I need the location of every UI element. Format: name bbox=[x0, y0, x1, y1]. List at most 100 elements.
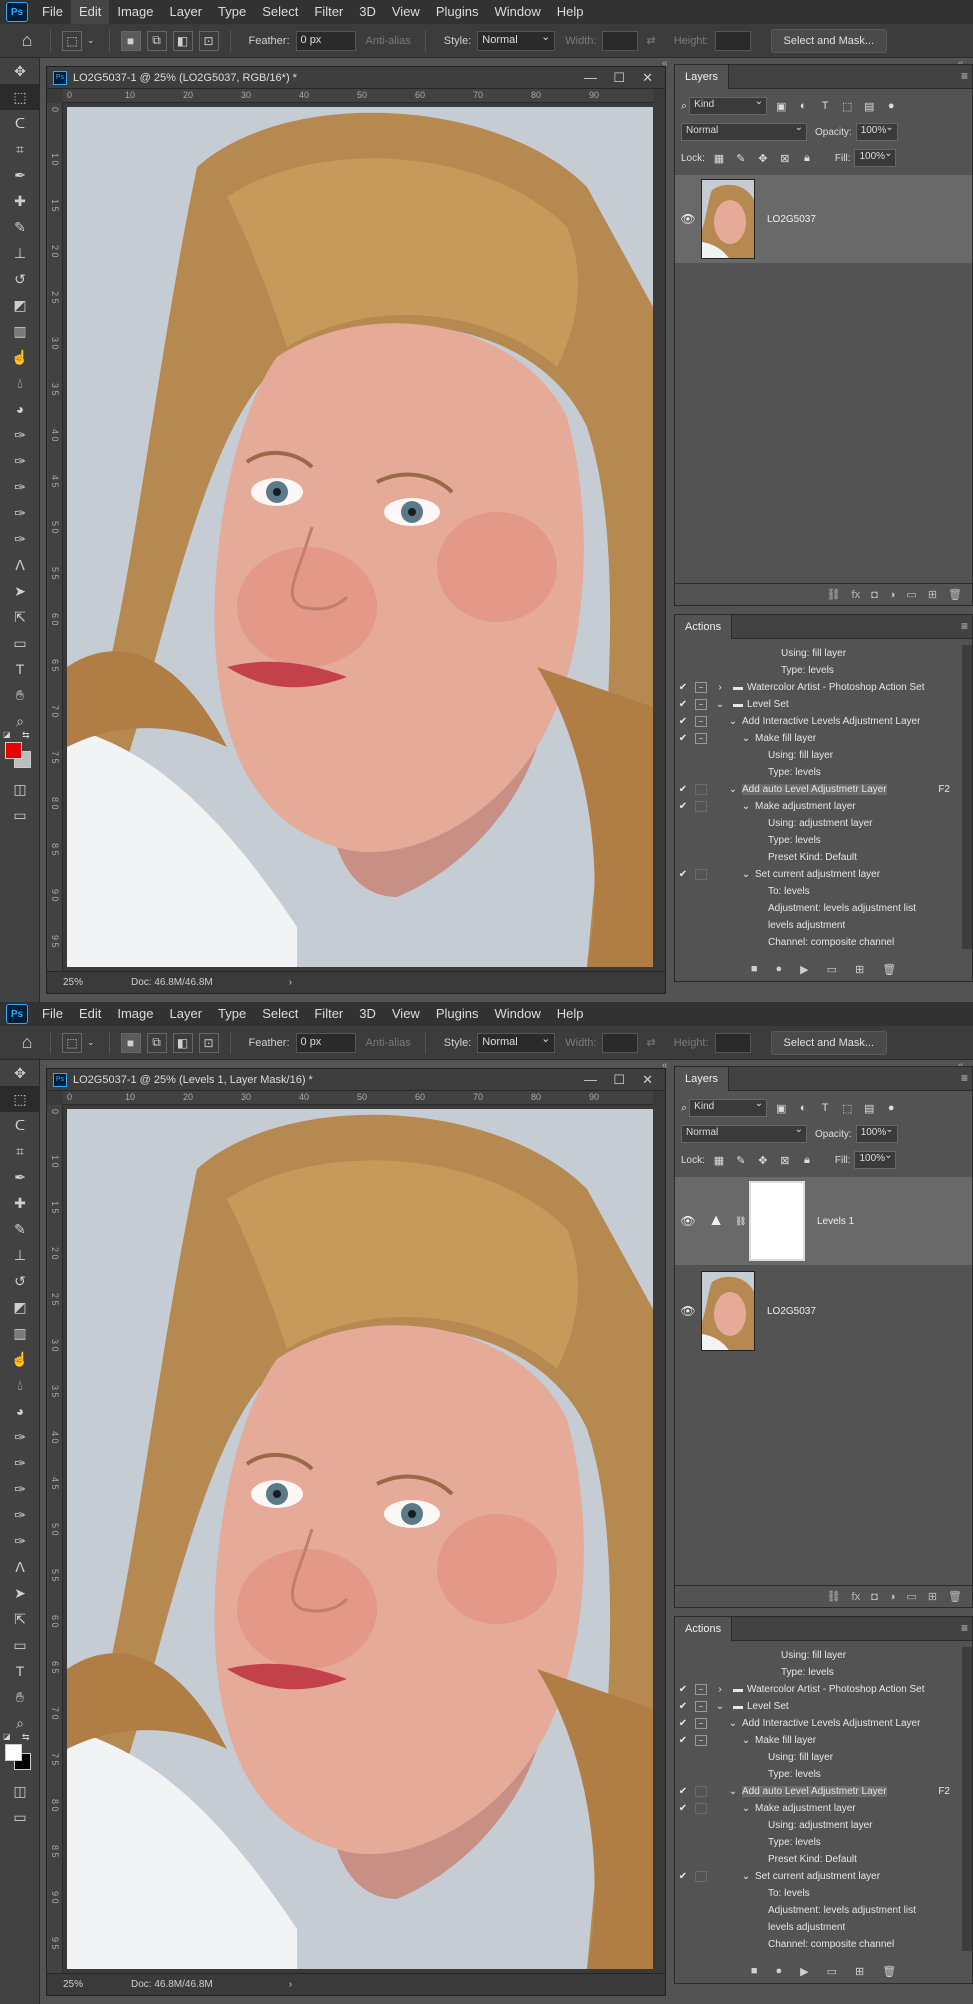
chevron-down-icon[interactable]: ⌄ bbox=[711, 1701, 729, 1712]
dialog-toggle-icon[interactable] bbox=[695, 869, 707, 880]
dialog-toggle-icon[interactable] bbox=[695, 1769, 707, 1780]
dialog-toggle-icon[interactable] bbox=[695, 801, 707, 812]
menu-3d[interactable]: 3D bbox=[351, 0, 384, 24]
menu-image[interactable]: Image bbox=[109, 0, 161, 24]
home-icon[interactable]: ⌂ bbox=[12, 1028, 42, 1058]
dialog-toggle-icon[interactable] bbox=[695, 767, 707, 778]
crop-tool-icon[interactable]: ⌗ bbox=[0, 136, 40, 162]
action-row[interactable]: Type: levels bbox=[675, 1766, 960, 1783]
marquee-tool-icon[interactable]: ⬚ bbox=[0, 84, 40, 110]
menu-image[interactable]: Image bbox=[109, 1002, 161, 1026]
blur-tool-icon[interactable]: 💧︎ bbox=[0, 1372, 40, 1398]
action-row[interactable]: levels adjustment bbox=[675, 1919, 960, 1936]
actions-scrollbar[interactable] bbox=[962, 645, 972, 949]
screen-mode-icon[interactable]: ▭ bbox=[0, 802, 40, 828]
menu-layer[interactable]: Layer bbox=[162, 1002, 211, 1026]
dialog-toggle-icon[interactable] bbox=[695, 1854, 707, 1865]
dialog-toggle-icon[interactable] bbox=[695, 1752, 707, 1763]
smudge-tool-icon[interactable]: ☝ bbox=[0, 344, 40, 370]
dialog-toggle-icon[interactable]: − bbox=[695, 733, 707, 744]
check-icon[interactable]: ✔ bbox=[675, 869, 691, 880]
check-icon[interactable]: ✔ bbox=[675, 1701, 691, 1712]
fill-input[interactable]: 100% bbox=[854, 148, 897, 167]
subtract-selection-icon[interactable]: ◧ bbox=[172, 30, 193, 51]
dialog-toggle-icon[interactable] bbox=[695, 1820, 707, 1831]
minimize-icon[interactable]: — bbox=[584, 70, 597, 85]
dialog-toggle-icon[interactable]: − bbox=[695, 1684, 707, 1695]
dialog-toggle-icon[interactable] bbox=[695, 784, 707, 795]
record-icon[interactable]: ● bbox=[775, 1965, 782, 1977]
new-action-icon[interactable]: ⊞ bbox=[855, 963, 864, 976]
visibility-eye-icon[interactable]: 👁︎ bbox=[675, 1304, 701, 1318]
hand-tool-icon[interactable]: ✋︎ bbox=[0, 682, 40, 708]
new-set-icon[interactable]: ▭ bbox=[827, 1965, 837, 1978]
chevron-down-icon[interactable]: ⌄ bbox=[737, 1871, 755, 1882]
menu-edit[interactable]: Edit bbox=[70, 0, 110, 24]
intersect-selection-icon[interactable]: ⊡ bbox=[198, 1032, 219, 1053]
lock-all-icon[interactable]: 🔒︎ bbox=[799, 150, 815, 166]
chevron-right-icon[interactable]: › bbox=[711, 1684, 729, 1695]
minimize-icon[interactable]: — bbox=[584, 1072, 597, 1087]
foreground-color-swatch[interactable] bbox=[5, 742, 22, 759]
menu-window[interactable]: Window bbox=[486, 0, 548, 24]
menu-select[interactable]: Select bbox=[254, 0, 306, 24]
image-canvas[interactable] bbox=[67, 107, 653, 967]
opacity-input[interactable]: 100% bbox=[855, 122, 898, 141]
adjustment-filter-icon[interactable]: ◐ bbox=[795, 98, 811, 114]
delete-action-icon[interactable]: 🗑︎ bbox=[882, 963, 896, 976]
menu-help[interactable]: Help bbox=[549, 1002, 592, 1026]
dialog-toggle-icon[interactable]: − bbox=[695, 1701, 707, 1712]
dodge-tool-icon[interactable]: ◕ bbox=[0, 396, 40, 422]
menu-view[interactable]: View bbox=[384, 1002, 428, 1026]
clone-stamp-tool-icon[interactable]: ⊥ bbox=[0, 1242, 40, 1268]
marquee-preset-icon[interactable]: ⬚ bbox=[62, 30, 82, 51]
eraser-tool-icon[interactable]: ◩ bbox=[0, 1294, 40, 1320]
lock-image-icon[interactable]: ✎ bbox=[733, 150, 749, 166]
menu-3d[interactable]: 3D bbox=[351, 1002, 384, 1026]
screen-mode-icon[interactable]: ▭ bbox=[0, 1804, 40, 1830]
chevron-down-icon[interactable]: ⌄ bbox=[87, 35, 95, 46]
document-tab[interactable]: Ps LO2G5037-1 @ 25% (LO2G5037, RGB/16*) … bbox=[47, 67, 665, 89]
swap-colors-icon[interactable]: ⇆ bbox=[22, 730, 30, 741]
check-icon[interactable]: ✔ bbox=[675, 699, 691, 710]
action-row[interactable]: ✔ − ⌄ ▬ Level Set bbox=[675, 696, 960, 713]
layer-thumbnail[interactable] bbox=[701, 179, 755, 259]
dialog-toggle-icon[interactable]: − bbox=[695, 1735, 707, 1746]
crop-tool-icon[interactable]: ⌗ bbox=[0, 1138, 40, 1164]
chevron-down-icon[interactable]: ⌄ bbox=[724, 1718, 742, 1729]
hand-tool-icon[interactable]: ✋︎ bbox=[0, 1684, 40, 1710]
brush-tool-icon[interactable]: ✎ bbox=[0, 1216, 40, 1242]
history-brush-tool-icon[interactable]: ↺ bbox=[0, 1268, 40, 1294]
style-select[interactable]: Normal bbox=[477, 30, 556, 51]
dialog-toggle-icon[interactable] bbox=[695, 937, 707, 948]
delete-layer-icon[interactable]: 🗑︎ bbox=[948, 1590, 962, 1603]
dialog-toggle-icon[interactable] bbox=[695, 818, 707, 829]
dialog-toggle-icon[interactable] bbox=[695, 1871, 707, 1882]
layer-name[interactable]: LO2G5037 bbox=[767, 214, 816, 225]
width-input[interactable] bbox=[602, 1032, 639, 1053]
dialog-toggle-icon[interactable] bbox=[695, 1888, 707, 1899]
lasso-tool-icon[interactable]: ᑕ bbox=[0, 110, 40, 136]
link-layers-icon[interactable]: ⛓ bbox=[827, 1590, 841, 1603]
action-row[interactable]: Type: levels bbox=[675, 764, 960, 781]
tab-actions[interactable]: Actions bbox=[675, 614, 733, 639]
chevron-down-icon[interactable]: ⌄ bbox=[724, 1786, 742, 1797]
type-filter-icon[interactable]: T bbox=[817, 1100, 833, 1116]
action-row[interactable]: To: levels bbox=[675, 1885, 960, 1902]
action-row[interactable]: Type: levels bbox=[675, 662, 960, 679]
new-adjustment-icon[interactable]: ◑ bbox=[889, 1591, 896, 1603]
tab-layers[interactable]: Layers bbox=[675, 1066, 730, 1091]
swap-colors-icon[interactable]: ⇆ bbox=[22, 1732, 30, 1743]
dodge-tool-icon[interactable]: ◕ bbox=[0, 1398, 40, 1424]
add-anchor-tool-icon[interactable]: ✑ bbox=[0, 1502, 40, 1528]
freeform-pen-tool-icon[interactable]: ✑ bbox=[0, 448, 40, 474]
chevron-down-icon[interactable]: ⌄ bbox=[737, 869, 755, 880]
intersect-selection-icon[interactable]: ⊡ bbox=[198, 30, 219, 51]
maximize-icon[interactable]: ☐ bbox=[613, 70, 625, 86]
dialog-toggle-icon[interactable] bbox=[695, 1837, 707, 1848]
action-row[interactable]: Using: fill layer bbox=[675, 645, 960, 662]
image-canvas[interactable] bbox=[67, 1109, 653, 1969]
action-row[interactable]: Channel: composite channel bbox=[675, 934, 960, 949]
fx-icon[interactable]: fx bbox=[852, 589, 861, 601]
new-set-icon[interactable]: ▭ bbox=[827, 963, 837, 976]
